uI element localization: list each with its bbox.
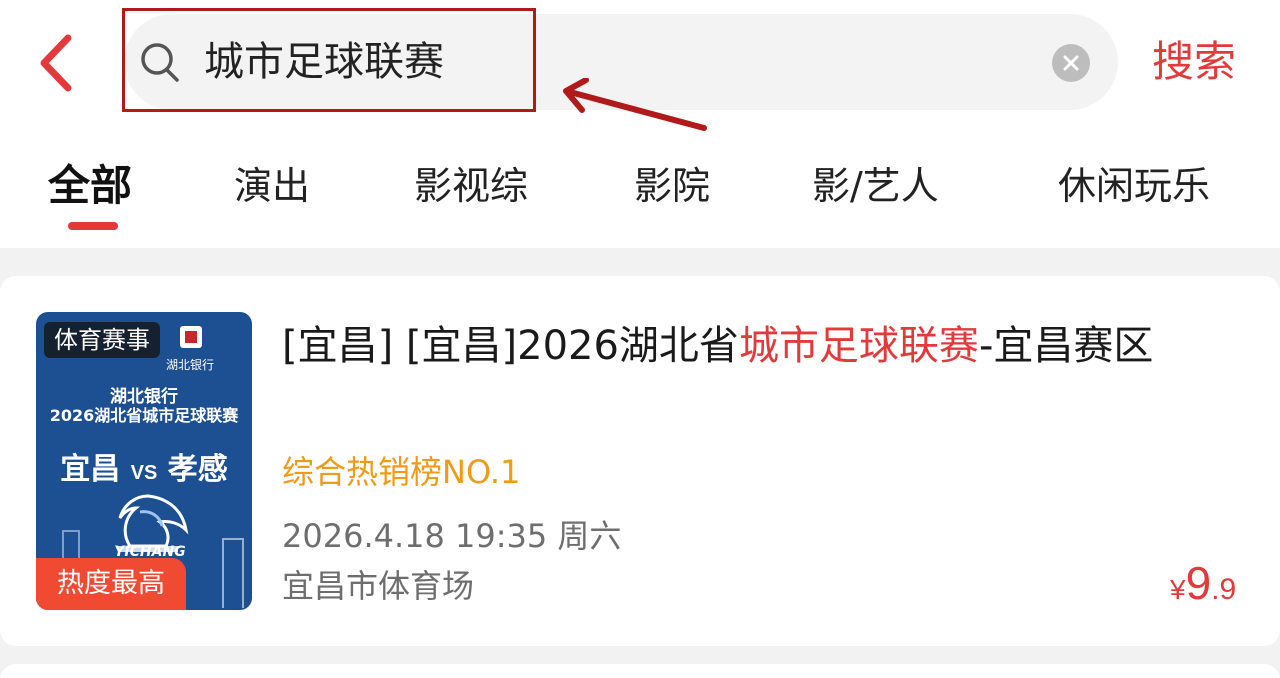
event-venue: 宜昌市体育场 — [282, 567, 475, 605]
category-tag: 体育赛事 — [44, 322, 160, 358]
event-datetime: 2026.4.18 19:35 周六 — [282, 517, 622, 555]
annotation-arrow-icon — [563, 78, 707, 131]
tab-leisure[interactable]: 休闲玩乐 — [1058, 160, 1210, 212]
building-graphic — [222, 538, 244, 608]
search-submit-button[interactable]: 搜索 — [1152, 34, 1236, 90]
hot-badge: 热度最高 — [36, 558, 186, 610]
event-title[interactable]: [宜昌] [宜昌]2026湖北省城市足球联赛-宜昌赛区 — [282, 318, 1242, 374]
title-prefix: [宜昌] [宜昌]2026湖北省 — [282, 323, 739, 369]
vs-label: VS — [130, 462, 158, 484]
active-tab-indicator — [68, 222, 118, 230]
away-team: 孝感 — [167, 452, 228, 487]
back-button[interactable] — [28, 30, 88, 96]
bank-logo-icon — [180, 326, 202, 348]
price-decimal: .9 — [1211, 573, 1237, 606]
event-poster[interactable]: 体育赛事 湖北银行 湖北银行 2026湖北省城市足球联赛 宜昌 VS 孝感 YI… — [36, 312, 252, 610]
event-price: ¥9.9 — [1170, 556, 1236, 610]
category-tabs: 全部 演出 影视综 影院 影/艺人 休闲玩乐 — [0, 150, 1280, 240]
title-keyword: 城市足球联赛 — [738, 323, 979, 369]
clear-search-button[interactable] — [1052, 44, 1090, 82]
next-result-card — [0, 664, 1280, 678]
ranking-label: 综合热销榜NO.1 — [282, 453, 521, 491]
poster-matchup: 宜昌 VS 孝感 — [36, 444, 252, 488]
poster-sponsor: 湖北银行 — [166, 358, 215, 372]
tab-cinema[interactable]: 影院 — [634, 160, 710, 212]
close-icon — [1063, 55, 1079, 71]
tab-film-tv[interactable]: 影视综 — [414, 160, 528, 212]
annotation-highlight-box — [122, 8, 536, 112]
tab-all[interactable]: 全部 — [48, 160, 132, 212]
price-integer: 9 — [1185, 557, 1212, 609]
tab-performance[interactable]: 演出 — [234, 160, 310, 212]
title-suffix: -宜昌赛区 — [978, 323, 1154, 369]
price-currency: ¥ — [1170, 574, 1186, 605]
tab-artist[interactable]: 影/艺人 — [812, 160, 939, 212]
poster-line2: 2026湖北省城市足球联赛 — [49, 406, 239, 425]
chevron-left-icon — [40, 34, 72, 92]
home-team: 宜昌 — [60, 452, 121, 487]
